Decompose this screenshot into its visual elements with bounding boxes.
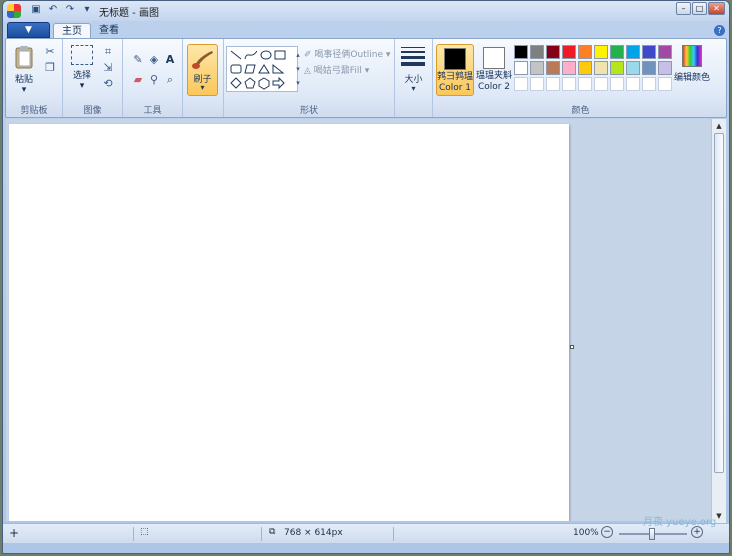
scroll-thumb[interactable] bbox=[714, 133, 724, 473]
resize-icon[interactable]: ⇲ bbox=[101, 61, 115, 75]
save-icon[interactable]: ▣ bbox=[29, 3, 43, 17]
size-group: 大小 ▾ bbox=[395, 39, 433, 117]
fill-icon[interactable]: ◈ bbox=[147, 53, 161, 67]
fill-shape-icon: ◬ bbox=[304, 66, 311, 76]
shapes-scroll-down-icon[interactable]: ▾ bbox=[291, 62, 305, 76]
shapes-gallery-icons bbox=[230, 50, 286, 90]
select-label: 选择 bbox=[72, 71, 91, 81]
customize-qat-icon[interactable]: ▾ bbox=[80, 3, 94, 17]
maximize-button[interactable]: □ bbox=[692, 2, 707, 15]
redo-icon[interactable]: ↷ bbox=[63, 3, 77, 17]
paste-icon bbox=[15, 46, 33, 69]
status-separator bbox=[393, 527, 394, 541]
status-bar: + ⬚ ⧉ 768 × 614px 100% − + bbox=[3, 523, 729, 543]
vertical-scrollbar[interactable]: ▲ ▼ bbox=[711, 119, 726, 523]
canvas-dimensions: 768 × 614px bbox=[284, 528, 343, 538]
brush-icon bbox=[192, 51, 213, 69]
drawing-canvas[interactable] bbox=[9, 124, 569, 521]
zoom-out-icon[interactable]: − bbox=[601, 526, 613, 538]
paste-button[interactable]: 粘贴 ▾ bbox=[12, 45, 36, 95]
ribbon-tabs: ▼ 主页 查看 ? bbox=[3, 21, 729, 39]
text-icon[interactable]: A bbox=[163, 53, 177, 67]
tab-view[interactable]: 查看 bbox=[91, 23, 127, 39]
rotate-icon[interactable]: ⟲ bbox=[101, 77, 115, 91]
window-title: 无标题 - 画图 bbox=[99, 8, 159, 19]
select-icon bbox=[71, 45, 93, 65]
shapes-group-label: 形状 bbox=[299, 106, 318, 116]
image-group: 选择 ▾ ⌗ ⇲ ⟲ 图像 bbox=[63, 39, 123, 117]
size-icon[interactable] bbox=[401, 47, 425, 69]
canvas-resize-handle[interactable] bbox=[570, 345, 574, 349]
shapes-scroll-up-icon[interactable]: ▴ bbox=[291, 48, 305, 62]
canvas-workspace bbox=[6, 119, 712, 521]
canvas-size-icon: ⧉ bbox=[269, 527, 276, 537]
paint-menu-button[interactable]: ▼ bbox=[7, 22, 50, 38]
select-dropdown-icon: ▾ bbox=[79, 81, 85, 91]
select-button[interactable]: 选择 ▾ bbox=[69, 45, 95, 91]
brushes-button[interactable]: 刷子 ▾ bbox=[187, 44, 218, 96]
title-bar: ▣ ↶ ↷ ▾ 无标题 - 画图 – □ ✕ bbox=[3, 1, 729, 21]
selection-size-icon: ⬚ bbox=[140, 527, 149, 537]
status-separator bbox=[261, 527, 262, 541]
tools-group-label: 工具 bbox=[143, 106, 162, 116]
outline-label: 喝事径俩Outline bbox=[314, 50, 383, 60]
cursor-position-icon: + bbox=[9, 526, 20, 540]
watermark: 月夜 yueye.org bbox=[643, 517, 717, 528]
minimize-button[interactable]: – bbox=[676, 2, 691, 15]
cut-icon[interactable]: ✂ bbox=[43, 45, 57, 59]
paste-dropdown-icon: ▾ bbox=[21, 85, 27, 95]
ribbon-home: 粘贴 ▾ ✂ ❐ 剪贴板 选择 ▾ ⌗ ⇲ ⟲ 图像 ✎ ◈ A ▰ ⚲ ⌕ 工… bbox=[5, 38, 727, 118]
colors-group-label: 颜色 bbox=[571, 106, 590, 116]
quick-access-toolbar: ▣ ↶ ↷ ▾ bbox=[29, 3, 94, 17]
shape-outline-option[interactable]: ✐ 喝事径俩Outline ▾ bbox=[304, 47, 390, 60]
paint-app-icon bbox=[7, 4, 21, 18]
zoom-slider-thumb[interactable] bbox=[649, 528, 655, 540]
paint-window: ▣ ↶ ↷ ▾ 无标题 - 画图 – □ ✕ ▼ 主页 查看 ? 粘贴 ▾ ✂ … bbox=[2, 0, 730, 554]
fill-label: 喝姑弓鼐Fill bbox=[313, 66, 362, 76]
shapes-group: ▴ ▾ ▾ ✐ 喝事径俩Outline ▾ ◬ 喝姑弓鼐Fill ▾ 形状 bbox=[223, 39, 395, 117]
shapes-gallery[interactable] bbox=[226, 46, 298, 92]
colors-group: 颜色 bbox=[434, 39, 727, 117]
brushes-dropdown-icon: ▾ bbox=[200, 83, 205, 92]
shapes-more-icon[interactable]: ▾ bbox=[291, 76, 305, 90]
undo-icon[interactable]: ↶ bbox=[46, 3, 60, 17]
size-dropdown-icon: ▾ bbox=[411, 84, 416, 93]
shape-fill-option[interactable]: ◬ 喝姑弓鼐Fill ▾ bbox=[304, 63, 369, 76]
paste-label: 粘贴 bbox=[14, 75, 33, 85]
copy-icon[interactable]: ❐ bbox=[43, 61, 57, 75]
crop-icon[interactable]: ⌗ bbox=[101, 45, 115, 59]
help-icon[interactable]: ? bbox=[714, 25, 725, 36]
close-button[interactable]: ✕ bbox=[708, 2, 725, 15]
magnifier-icon[interactable]: ⌕ bbox=[163, 73, 177, 87]
zoom-level: 100% bbox=[573, 528, 599, 538]
clipboard-group-label: 剪贴板 bbox=[20, 106, 48, 116]
clipboard-group: 粘贴 ▾ ✂ ❐ 剪贴板 bbox=[6, 39, 63, 117]
eraser-icon[interactable]: ▰ bbox=[131, 73, 145, 87]
scroll-up-icon[interactable]: ▲ bbox=[714, 121, 724, 131]
status-separator bbox=[133, 527, 134, 541]
tools-group: ✎ ◈ A ▰ ⚲ ⌕ 工具 bbox=[123, 39, 183, 117]
image-group-label: 图像 bbox=[83, 106, 102, 116]
outline-icon: ✐ bbox=[304, 50, 312, 60]
outline-dropdown-icon: ▾ bbox=[385, 50, 391, 60]
pencil-icon[interactable]: ✎ bbox=[131, 53, 145, 67]
fill-dropdown-icon: ▾ bbox=[364, 66, 370, 76]
window-controls: – □ ✕ bbox=[676, 2, 725, 15]
color-picker-icon[interactable]: ⚲ bbox=[147, 73, 161, 87]
tab-home[interactable]: 主页 bbox=[53, 23, 91, 39]
